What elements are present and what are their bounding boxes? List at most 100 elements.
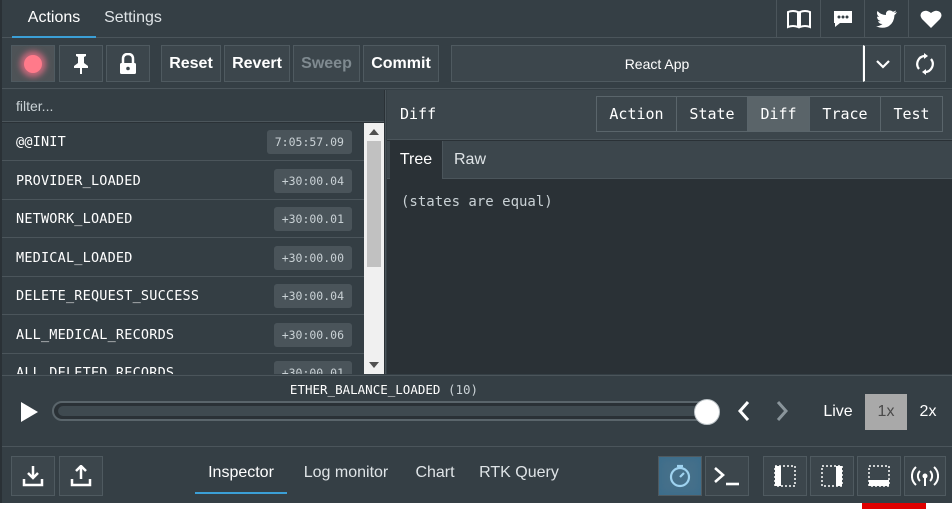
revert-button[interactable]: Revert: [224, 45, 290, 82]
timer-icon: [669, 464, 691, 488]
action-list-scrollbar[interactable]: [364, 123, 384, 374]
twitter-button[interactable]: [864, 0, 908, 38]
dock-left-button[interactable]: [763, 456, 807, 496]
action-name: DELETE_REQUEST_SUCCESS: [16, 288, 200, 304]
feedback-button[interactable]: [820, 0, 864, 38]
action-row[interactable]: PROVIDER_LOADED +30:00.04: [2, 162, 364, 200]
instance-dropdown-toggle[interactable]: [863, 45, 901, 82]
action-time: +30:00.01: [273, 361, 352, 374]
tab-settings[interactable]: Settings: [97, 0, 169, 38]
reset-button[interactable]: Reset: [161, 45, 221, 82]
timeline-knob[interactable]: [694, 399, 720, 425]
dock-bottom-icon: [868, 465, 890, 487]
terminal-icon: [714, 467, 739, 486]
sync-icon: [916, 52, 934, 75]
pin-icon: [74, 53, 88, 74]
heart-icon: [920, 10, 941, 28]
action-time: +30:00.01: [273, 207, 352, 231]
action-row[interactable]: MEDICAL_LOADED +30:00.00: [2, 239, 364, 277]
action-name: NETWORK_LOADED: [16, 211, 133, 227]
dispatcher-timer-button[interactable]: [658, 456, 702, 496]
speed-2x-button[interactable]: 2x: [909, 394, 947, 430]
action-row[interactable]: ALL_MEDICAL_RECORDS +30:00.06: [2, 316, 364, 354]
inspector-header: Diff Action State Diff Trace Test: [387, 90, 952, 140]
scroll-up-arrow-icon[interactable]: [369, 129, 379, 135]
live-button[interactable]: Live: [818, 394, 858, 430]
action-list-pane: filter... @@INIT 7:05:57.09 PROVIDER_LOA…: [2, 90, 386, 374]
inspector-title: Diff: [400, 105, 437, 123]
timeline-slider-bar: ETHER_BALANCE_LOADED (10) Live 1x 2x: [2, 375, 952, 447]
support-button[interactable]: [908, 0, 952, 38]
chevron-down-icon: [875, 59, 890, 69]
action-name: PROVIDER_LOADED: [16, 172, 141, 189]
docs-button[interactable]: [776, 0, 820, 38]
book-icon: [786, 10, 811, 29]
chevron-right-icon: [776, 401, 789, 421]
dock-left-icon: [774, 465, 796, 487]
action-time: +30:00.00: [273, 245, 352, 270]
speed-1x-button[interactable]: 1x: [865, 394, 907, 430]
chevron-left-icon: [737, 401, 750, 421]
chat-icon: [833, 11, 852, 27]
action-name: MEDICAL_LOADED: [16, 249, 133, 266]
dock-right-icon: [821, 465, 843, 487]
timeline-fill: [58, 406, 700, 416]
action-row[interactable]: DELETE_REQUEST_SUCCESS +30:00.04: [2, 277, 364, 315]
slider-action-count: (10): [447, 382, 479, 397]
top-icon-group: [776, 0, 952, 38]
subtab-raw[interactable]: Raw: [445, 141, 495, 179]
subtab-tree[interactable]: Tree: [390, 141, 443, 179]
tab-actions[interactable]: Actions: [12, 0, 96, 38]
action-name: ALL_MEDICAL_RECORDS: [16, 326, 175, 343]
action-toolbar: Reset Revert Sweep Commit React App: [2, 39, 952, 89]
monitor-tab-inspector[interactable]: Inspector: [195, 464, 287, 494]
dock-right-button[interactable]: [810, 456, 854, 496]
upload-icon: [70, 465, 92, 487]
action-row[interactable]: @@INIT 7:05:57.09: [2, 123, 364, 161]
tab-trace[interactable]: Trace: [809, 96, 881, 132]
pin-button[interactable]: [59, 45, 103, 82]
tab-state[interactable]: State: [676, 96, 748, 132]
sync-button[interactable]: [904, 45, 946, 82]
timeline-track[interactable]: [52, 401, 720, 421]
action-time: 7:05:57.09: [266, 130, 352, 154]
slider-action-name: ETHER_BALANCE_LOADED: [289, 382, 441, 397]
lock-icon: [120, 52, 136, 74]
monitor-tab-rtk-query[interactable]: RTK Query: [477, 464, 561, 494]
scroll-thumb[interactable]: [367, 141, 381, 267]
terminal-button[interactable]: [705, 456, 749, 496]
download-icon: [22, 466, 44, 487]
tab-action[interactable]: Action: [596, 96, 677, 132]
action-time: +30:00.04: [273, 284, 352, 308]
tab-diff[interactable]: Diff: [747, 96, 810, 132]
play-icon[interactable]: [21, 402, 38, 422]
action-time: +30:00.06: [273, 322, 352, 347]
diff-content: (states are equal): [401, 194, 553, 210]
commit-button[interactable]: Commit: [363, 45, 439, 82]
sweep-button[interactable]: Sweep: [293, 45, 360, 82]
filter-input[interactable]: filter...: [2, 90, 384, 122]
instance-select[interactable]: React App: [451, 45, 863, 82]
record-icon: [24, 54, 42, 73]
top-tab-bar: Actions Settings: [2, 0, 952, 38]
action-row[interactable]: NETWORK_LOADED +30:00.01: [2, 200, 364, 238]
action-list: @@INIT 7:05:57.09 PROVIDER_LOADED +30:00…: [2, 123, 364, 374]
import-button[interactable]: [11, 456, 55, 496]
slider-action-label: ETHER_BALANCE_LOADED (10): [50, 382, 718, 397]
remote-button[interactable]: [904, 456, 946, 496]
monitor-tab-chart[interactable]: Chart: [412, 464, 458, 494]
inspector-pane: Diff Action State Diff Trace Test Tree R…: [387, 90, 952, 374]
action-row[interactable]: ALL_DELETED_RECORDS +30:00.01: [2, 354, 364, 374]
lock-button[interactable]: [106, 45, 150, 82]
action-name: @@INIT: [16, 134, 66, 150]
tab-test[interactable]: Test: [880, 96, 943, 132]
export-button[interactable]: [59, 456, 103, 496]
previous-action-button[interactable]: [736, 400, 752, 426]
action-time: +30:00.04: [273, 168, 352, 193]
record-button[interactable]: [11, 45, 55, 82]
background-page-fragment: [862, 503, 926, 509]
monitor-tab-log-monitor[interactable]: Log monitor: [298, 464, 394, 494]
next-action-button[interactable]: [774, 400, 790, 426]
dock-bottom-button[interactable]: [857, 456, 901, 496]
scroll-down-arrow-icon[interactable]: [369, 362, 379, 368]
